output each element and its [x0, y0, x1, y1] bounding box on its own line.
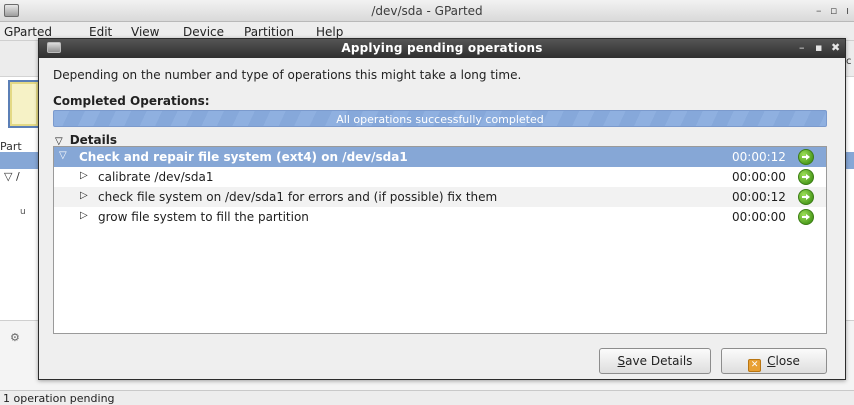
- operation-row[interactable]: ▷ calibrate /dev/sda1 00:00:00: [54, 167, 826, 187]
- operation-time: 00:00:00: [732, 170, 786, 184]
- completed-operations-heading: Completed Operations:: [53, 94, 210, 108]
- dialog-maximize-icon[interactable]: ▪: [815, 41, 822, 54]
- progress-text: All operations successfully completed: [336, 113, 544, 126]
- menu-device[interactable]: Device: [183, 25, 224, 39]
- operation-label: grow file system to fill the partition: [98, 210, 309, 224]
- success-icon: [798, 149, 814, 165]
- operation-row[interactable]: ▷ grow file system to fill the partition…: [54, 207, 826, 227]
- main-window-title: /dev/sda - GParted: [371, 4, 483, 18]
- operation-time: 00:00:12: [732, 190, 786, 204]
- save-label: ave Details: [625, 354, 693, 368]
- save-details-button[interactable]: Save Details: [599, 348, 711, 374]
- expander-open-icon[interactable]: ▽: [59, 150, 67, 161]
- close-button[interactable]: ✕ Close: [721, 348, 827, 374]
- statusbar: 1 operation pending: [0, 390, 854, 405]
- close-icon: ✕: [748, 359, 762, 372]
- expander-closed-icon[interactable]: ▷: [80, 210, 88, 221]
- success-icon: [798, 189, 814, 205]
- status-text: 1 operation pending: [3, 392, 115, 405]
- menu-gparted[interactable]: GParted: [4, 25, 52, 39]
- maximize-icon[interactable]: ▫: [830, 4, 837, 17]
- network-drive-icon: ⚙: [10, 331, 20, 344]
- dialog-titlebar[interactable]: Applying pending operations – ▪ ✖: [39, 39, 845, 58]
- dialog-minimize-icon[interactable]: –: [799, 41, 805, 54]
- dialog-message: Depending on the number and type of oper…: [53, 68, 522, 82]
- expander-closed-icon[interactable]: ▷: [80, 190, 88, 201]
- operation-row[interactable]: ▽ Check and repair file system (ext4) on…: [54, 147, 826, 167]
- details-expander[interactable]: ▽ Details: [55, 133, 117, 147]
- operation-time: 00:00:00: [732, 210, 786, 224]
- main-titlebar: /dev/sda - GParted – ▫ ı: [0, 0, 854, 22]
- operations-details-tree[interactable]: ▽ Check and repair file system (ext4) on…: [53, 146, 827, 334]
- partition-tree-row[interactable]: ▽ /: [4, 170, 20, 183]
- operation-time: 00:00:12: [732, 150, 786, 164]
- operation-label: Check and repair file system (ext4) on /…: [79, 150, 408, 164]
- toolbar-edge-fragment: c: [846, 56, 852, 67]
- menu-partition[interactable]: Partition: [244, 25, 294, 39]
- details-label: Details: [69, 133, 118, 147]
- operation-label: calibrate /dev/sda1: [98, 170, 214, 184]
- menu-help[interactable]: Help: [316, 25, 343, 39]
- operation-label: check file system on /dev/sda1 for error…: [98, 190, 498, 204]
- success-icon: [798, 209, 814, 225]
- expander-closed-icon[interactable]: ▷: [80, 170, 88, 181]
- partition-graph[interactable]: [8, 80, 40, 128]
- close-mnemonic: C: [767, 354, 776, 368]
- partition-row-fragment: u: [20, 207, 26, 217]
- close-label: lose: [775, 354, 800, 368]
- close-icon[interactable]: ı: [846, 4, 849, 17]
- menu-edit[interactable]: Edit: [89, 25, 112, 39]
- menu-view[interactable]: View: [131, 25, 159, 39]
- overall-progress-bar: All operations successfully completed: [53, 110, 827, 127]
- dialog-title: Applying pending operations: [341, 41, 543, 55]
- apply-operations-dialog: Applying pending operations – ▪ ✖ Depend…: [38, 38, 846, 380]
- success-icon: [798, 169, 814, 185]
- operation-row[interactable]: ▷ check file system on /dev/sda1 for err…: [54, 187, 826, 207]
- minimize-icon[interactable]: –: [816, 4, 822, 17]
- dialog-close-icon[interactable]: ✖: [831, 41, 840, 54]
